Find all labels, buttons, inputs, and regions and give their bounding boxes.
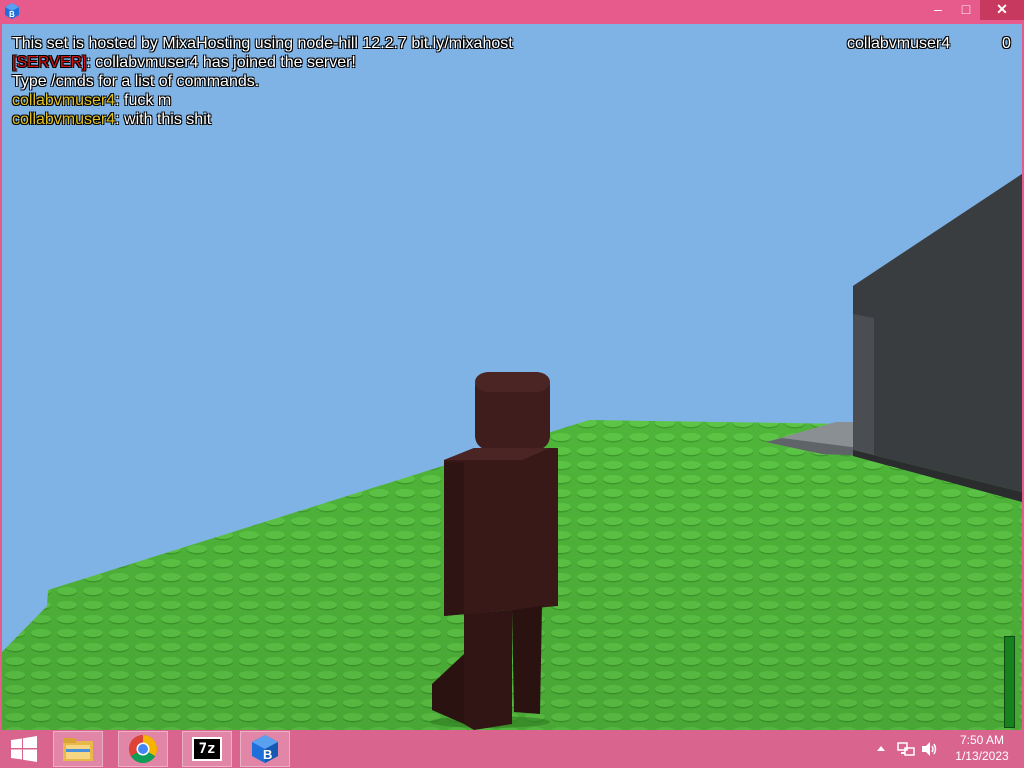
windows-logo-icon: [11, 736, 37, 762]
chrome-icon: [129, 735, 157, 763]
brick-hill-icon: B: [252, 735, 278, 763]
chat-text: This set is hosted by MixaHosting using …: [12, 35, 513, 52]
chat-line: [SERVER]: collabvmuser4 has joined the s…: [12, 53, 513, 72]
svg-text:B: B: [263, 747, 272, 762]
clock[interactable]: 7:50 AM 1/13/2023: [948, 732, 1016, 764]
health-bar: [1004, 636, 1015, 728]
network-tray-button[interactable]: [897, 730, 915, 768]
leaderboard-score: 0: [1002, 35, 1011, 52]
taskbar-file-explorer[interactable]: [53, 731, 103, 767]
chevron-up-icon: [877, 746, 885, 751]
chat-line: collabvmuser4: fuck m: [12, 91, 513, 110]
chat-line: collabvmuser4: with this shit: [12, 110, 513, 129]
maximize-button[interactable]: □: [952, 0, 980, 20]
player-avatar: [430, 372, 558, 730]
game-viewport[interactable]: This set is hosted by MixaHosting using …: [2, 24, 1022, 730]
7zip-icon: 7z: [192, 737, 222, 761]
show-hidden-icons-button[interactable]: [876, 730, 886, 768]
game-scene: [2, 174, 1022, 730]
chat-line: Type /cmds for a list of commands.: [12, 72, 513, 91]
window-titlebar[interactable]: B – □ ✕: [0, 0, 1024, 24]
speaker-icon: [922, 742, 937, 756]
leaderboard-player-name: collabvmuser4: [847, 35, 951, 52]
dark-wall: [853, 174, 1022, 502]
file-explorer-icon: [63, 738, 93, 761]
network-icon: [897, 742, 915, 756]
clock-time: 7:50 AM: [959, 733, 1005, 747]
chat-text: : collabvmuser4 has joined the server!: [86, 54, 356, 71]
taskbar-brick-hill[interactable]: B: [240, 731, 290, 767]
taskbar-chrome[interactable]: [118, 731, 168, 767]
chat-log: This set is hosted by MixaHosting using …: [12, 34, 513, 129]
chat-text: Type /cmds for a list of commands.: [12, 73, 260, 90]
taskbar: 7z B 7:50 AM 1/13/2023: [0, 730, 1024, 768]
brick-hill-icon: B: [5, 3, 19, 19]
clock-date: 1/13/2023: [955, 749, 1009, 763]
start-button[interactable]: [0, 730, 48, 768]
chat-line: This set is hosted by MixaHosting using …: [12, 34, 513, 53]
volume-tray-button[interactable]: [921, 730, 939, 768]
taskbar-7zip[interactable]: 7z: [182, 731, 232, 767]
chat-text: : fuck m: [115, 92, 172, 109]
minimize-button[interactable]: –: [924, 0, 952, 20]
username-tag: collabvmuser4: [12, 111, 116, 128]
chat-text: : with this shit: [115, 111, 212, 128]
server-tag: [SERVER]: [12, 54, 87, 71]
close-button[interactable]: ✕: [980, 0, 1024, 20]
svg-text:B: B: [9, 10, 15, 19]
username-tag: collabvmuser4: [12, 92, 116, 109]
